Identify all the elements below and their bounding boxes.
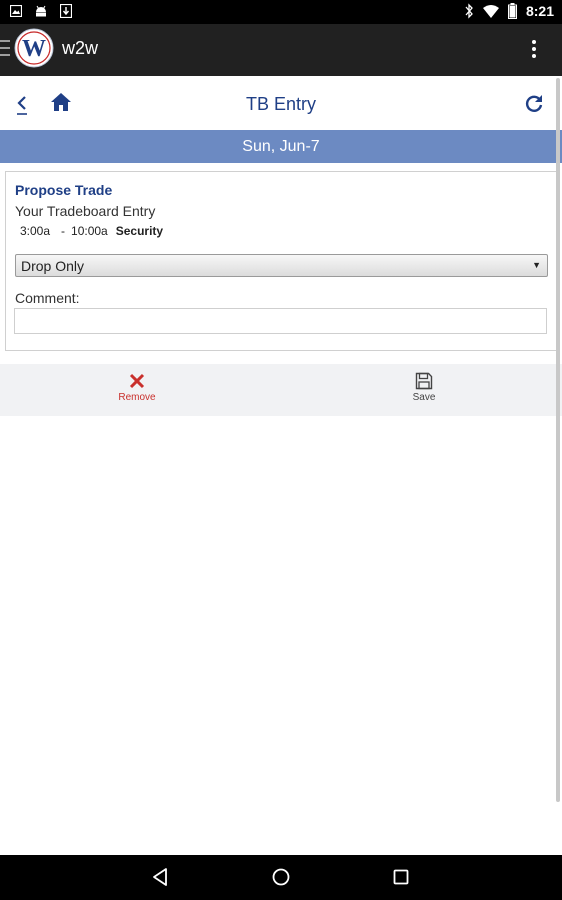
app-bar: W w2w [0, 24, 562, 76]
status-time: 8:21 [525, 3, 554, 19]
shift-separator: - [61, 224, 66, 238]
scrollbar[interactable] [556, 78, 560, 802]
shift-start-time: 3:00a [20, 224, 51, 238]
save-icon [415, 372, 433, 390]
nav-home-icon[interactable] [271, 867, 291, 887]
comment-label: Comment: [15, 290, 80, 306]
wifi-icon [482, 5, 499, 18]
comment-input[interactable] [14, 308, 547, 334]
image-icon [10, 5, 22, 17]
page-header: TB Entry [0, 76, 562, 130]
bluetooth-icon [465, 3, 473, 19]
download-icon [60, 4, 72, 18]
shift-end-time: 10:00a [71, 224, 108, 238]
remove-label: Remove [118, 392, 156, 403]
app-logo[interactable]: W [14, 28, 54, 68]
remove-icon [129, 373, 145, 389]
refresh-icon[interactable] [524, 94, 544, 114]
remove-button[interactable]: Remove [97, 372, 177, 403]
card-title: Propose Trade [15, 182, 113, 198]
navigation-bar [0, 855, 562, 900]
card-subtitle: Your Tradeboard Entry [15, 203, 156, 219]
app-name: w2w [62, 38, 99, 58]
overflow-menu-icon[interactable] [532, 40, 538, 62]
trade-card: Propose Trade Your Tradeboard Entry 3:00… [5, 171, 557, 351]
status-bar: 8:21 [0, 0, 562, 24]
page-title: TB Entry [245, 94, 316, 114]
trade-type-select[interactable]: Drop Only ▼ [15, 254, 548, 277]
action-bar: Remove Save [0, 364, 562, 416]
android-icon [36, 5, 46, 17]
trade-type-value: Drop Only [21, 258, 85, 274]
battery-icon [507, 3, 517, 19]
date-bar: Sun, Jun-7 [0, 130, 562, 163]
svg-text:W: W [22, 36, 46, 62]
save-button[interactable]: Save [384, 372, 464, 403]
nav-back-icon[interactable] [151, 867, 171, 887]
drawer-icon[interactable] [0, 40, 10, 60]
screen: 8:21 W w2w TB Entry Sun, Jun-7 Propose T… [0, 0, 562, 900]
shift-row: 3:00a -10:00a Security [20, 224, 163, 238]
save-label: Save [412, 392, 436, 403]
shift-role: Security [115, 224, 164, 238]
chevron-down-icon: ▼ [532, 260, 541, 270]
nav-recents-icon[interactable] [391, 867, 411, 887]
